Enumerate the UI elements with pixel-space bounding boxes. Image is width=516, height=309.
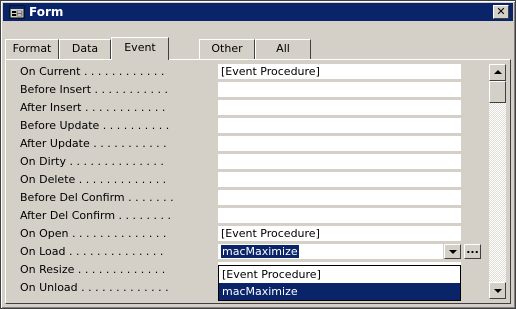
property-value[interactable]	[218, 154, 461, 169]
tab-format[interactable]: Format	[5, 39, 59, 59]
close-icon: ✕	[496, 5, 506, 18]
property-label: On Unload . . . . . . . . . . . . .	[20, 281, 169, 294]
property-value[interactable]	[218, 118, 461, 133]
property-value[interactable]: [Event Procedure]	[218, 226, 461, 241]
property-label: On Delete . . . . . . . . . . . . .	[20, 173, 167, 186]
property-label: On Load . . . . . . . . . . . . . .	[20, 245, 164, 258]
on-load-combo[interactable]: macMaximize	[218, 244, 443, 259]
scroll-thumb[interactable]	[489, 81, 506, 103]
form-properties-window: Form ✕ Format Data Event Other All On Cu…	[0, 0, 516, 309]
property-row: After Update . . . . . . . . . . .	[20, 135, 465, 153]
on-load-value: macMaximize	[221, 245, 299, 258]
property-value[interactable]	[218, 100, 461, 115]
property-value[interactable]	[218, 208, 461, 223]
window-title: Form	[29, 5, 64, 19]
property-row: On Delete . . . . . . . . . . . . .	[20, 171, 465, 189]
property-row: Before Update . . . . . . . . . .	[20, 117, 465, 135]
property-value[interactable]	[218, 172, 461, 187]
dropdown-arrow-button[interactable]	[444, 244, 461, 259]
close-button[interactable]: ✕	[493, 5, 509, 19]
property-value[interactable]	[218, 136, 461, 151]
property-label: On Dirty . . . . . . . . . . . . . .	[20, 155, 164, 168]
property-label: Before Update . . . . . . . . . .	[20, 119, 170, 132]
vertical-scrollbar[interactable]	[489, 64, 506, 299]
tab-other[interactable]: Other	[199, 39, 255, 59]
tab-all[interactable]: All	[255, 39, 311, 59]
property-sheet: On Current . . . . . . . . . . . . [Even…	[5, 59, 511, 304]
scroll-up-icon[interactable]	[489, 64, 506, 81]
property-value[interactable]: [Event Procedure]	[218, 64, 461, 79]
property-row: On Current . . . . . . . . . . . . [Even…	[20, 63, 465, 81]
property-row: Before Del Confirm . . . . . . .	[20, 189, 465, 207]
tab-data[interactable]: Data	[59, 39, 111, 59]
dropdown-option[interactable]: [Event Procedure]	[219, 266, 460, 283]
scroll-down-icon[interactable]	[489, 282, 506, 299]
form-icon	[9, 5, 25, 19]
on-load-dropdown-list: [Event Procedure] macMaximize	[218, 265, 461, 301]
dropdown-option-selected[interactable]: macMaximize	[219, 283, 460, 300]
property-row: After Insert . . . . . . . . . . . .	[20, 99, 465, 117]
property-label: After Insert . . . . . . . . . . . .	[20, 101, 166, 114]
property-label: Before Del Confirm . . . . . . .	[20, 191, 174, 204]
property-label: After Del Confirm . . . . . . . .	[20, 209, 172, 222]
property-label: On Resize . . . . . . . . . . . . .	[20, 263, 166, 276]
property-row: On Open . . . . . . . . . . . . . . [Eve…	[20, 225, 465, 243]
property-label: On Open . . . . . . . . . . . . . .	[20, 227, 167, 240]
property-value[interactable]	[218, 190, 461, 205]
property-row: After Del Confirm . . . . . . . .	[20, 207, 465, 225]
property-label: Before Insert . . . . . . . . . . .	[20, 83, 168, 96]
property-tabs: Format Data Event Other All	[5, 37, 511, 60]
title-bar[interactable]: Form ✕	[3, 3, 513, 21]
property-row-on-load: On Load . . . . . . . . . . . . . . macM…	[20, 243, 481, 261]
property-value[interactable]	[218, 82, 461, 97]
tab-event[interactable]: Event	[111, 37, 169, 60]
property-label: After Update . . . . . . . . . . .	[20, 137, 167, 150]
property-row: Before Insert . . . . . . . . . . .	[20, 81, 465, 99]
property-row: On Dirty . . . . . . . . . . . . . .	[20, 153, 465, 171]
builder-button[interactable]: ...	[464, 244, 481, 259]
property-label: On Current . . . . . . . . . . . .	[20, 65, 165, 78]
